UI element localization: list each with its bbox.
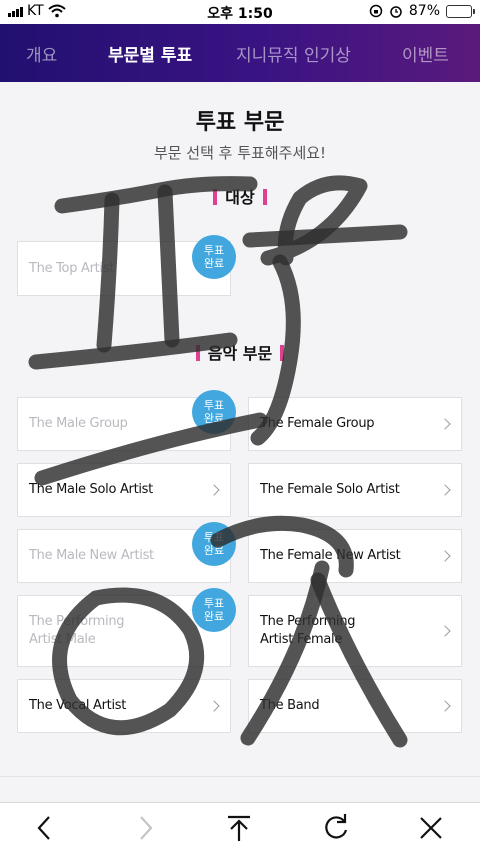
battery-percent: 87% [408,3,440,19]
accent-bar [262,189,267,205]
category-label: The Top Artist [29,261,114,276]
tab-category-vote[interactable]: 부문별 투표 [108,41,192,66]
category-card-performing-female[interactable]: The Performing Artist Female [248,595,462,667]
tab-genie-popularity[interactable]: 지니뮤직 인기상 [236,41,351,66]
battery-icon [446,4,475,18]
badge-line: 완료 [203,412,225,425]
vote-complete-badge: 투표 완료 [192,390,236,434]
orientation-lock-icon [369,4,383,18]
category-card-female-group[interactable]: The Female Group [248,397,462,451]
category-card-female-solo[interactable]: The Female Solo Artist [248,463,462,517]
heading-label: 음악 부문 [207,344,273,363]
chevron-right-icon [208,484,220,496]
status-bar: KT 오후 1:50 87% [0,0,480,24]
back-icon[interactable] [28,811,62,845]
category-label: The Male Solo Artist [29,482,153,497]
page-title: 투표 부문 [195,110,285,135]
category-card-band[interactable]: The Band [248,679,462,733]
vote-complete-badge: 투표 완료 [192,588,236,632]
tab-overview[interactable]: 개요 [26,41,57,66]
chevron-right-icon [439,700,451,712]
badge-line: 투표 [203,597,225,610]
divider [0,776,480,777]
chevron-right-icon [439,550,451,562]
category-label: The Performing Artist Male [29,614,125,647]
badge-line: 완료 [203,544,225,557]
music-section-heading: 음악 부문 [0,340,480,364]
tab-event[interactable]: 이벤트 [402,41,449,66]
category-card-male-solo[interactable]: The Male Solo Artist [17,463,231,517]
category-label: The Female Solo Artist [260,482,400,497]
badge-line: 투표 [203,399,225,412]
badge-line: 투표 [203,244,225,257]
page-subtitle: 부문 선택 후 투표해주세요! [153,144,327,162]
category-label: The Band [260,698,320,713]
browser-toolbar [0,802,480,853]
accent-bar [195,345,200,361]
chevron-right-icon [439,484,451,496]
chevron-right-icon [439,625,451,637]
chevron-right-icon [208,700,220,712]
category-card-vocal[interactable]: The Vocal Artist [17,679,231,733]
badge-line: 완료 [203,257,225,270]
category-card-female-new[interactable]: The Female New Artist [248,529,462,583]
tab-bar: 개요 부문별 투표 지니뮤직 인기상 이벤트 [0,24,480,82]
vote-category-section: 투표 부문 부문 선택 후 투표해주세요! 대상 The Top Artist … [0,82,480,802]
close-icon[interactable] [414,811,448,845]
category-label: The Female New Artist [260,548,401,563]
vote-complete-badge: 투표 완료 [192,522,236,566]
category-label: The Female Group [260,416,375,431]
vote-complete-badge: 투표 완료 [192,235,236,279]
scroll-top-icon[interactable] [222,811,256,845]
refresh-icon[interactable] [319,811,353,845]
category-label: The Male Group [29,416,128,431]
grand-prize-heading: 대상 [0,184,480,208]
accent-bar [280,345,285,361]
category-label: The Vocal Artist [29,698,127,713]
alarm-icon [390,6,402,18]
accent-bar [213,189,218,205]
forward-icon[interactable] [128,811,162,845]
category-label: The Male New Artist [29,548,154,563]
chevron-right-icon [439,418,451,430]
heading-label: 대상 [225,188,255,207]
badge-line: 투표 [203,531,225,544]
category-label: The Performing Artist Female [260,614,356,647]
badge-line: 완료 [203,610,225,623]
